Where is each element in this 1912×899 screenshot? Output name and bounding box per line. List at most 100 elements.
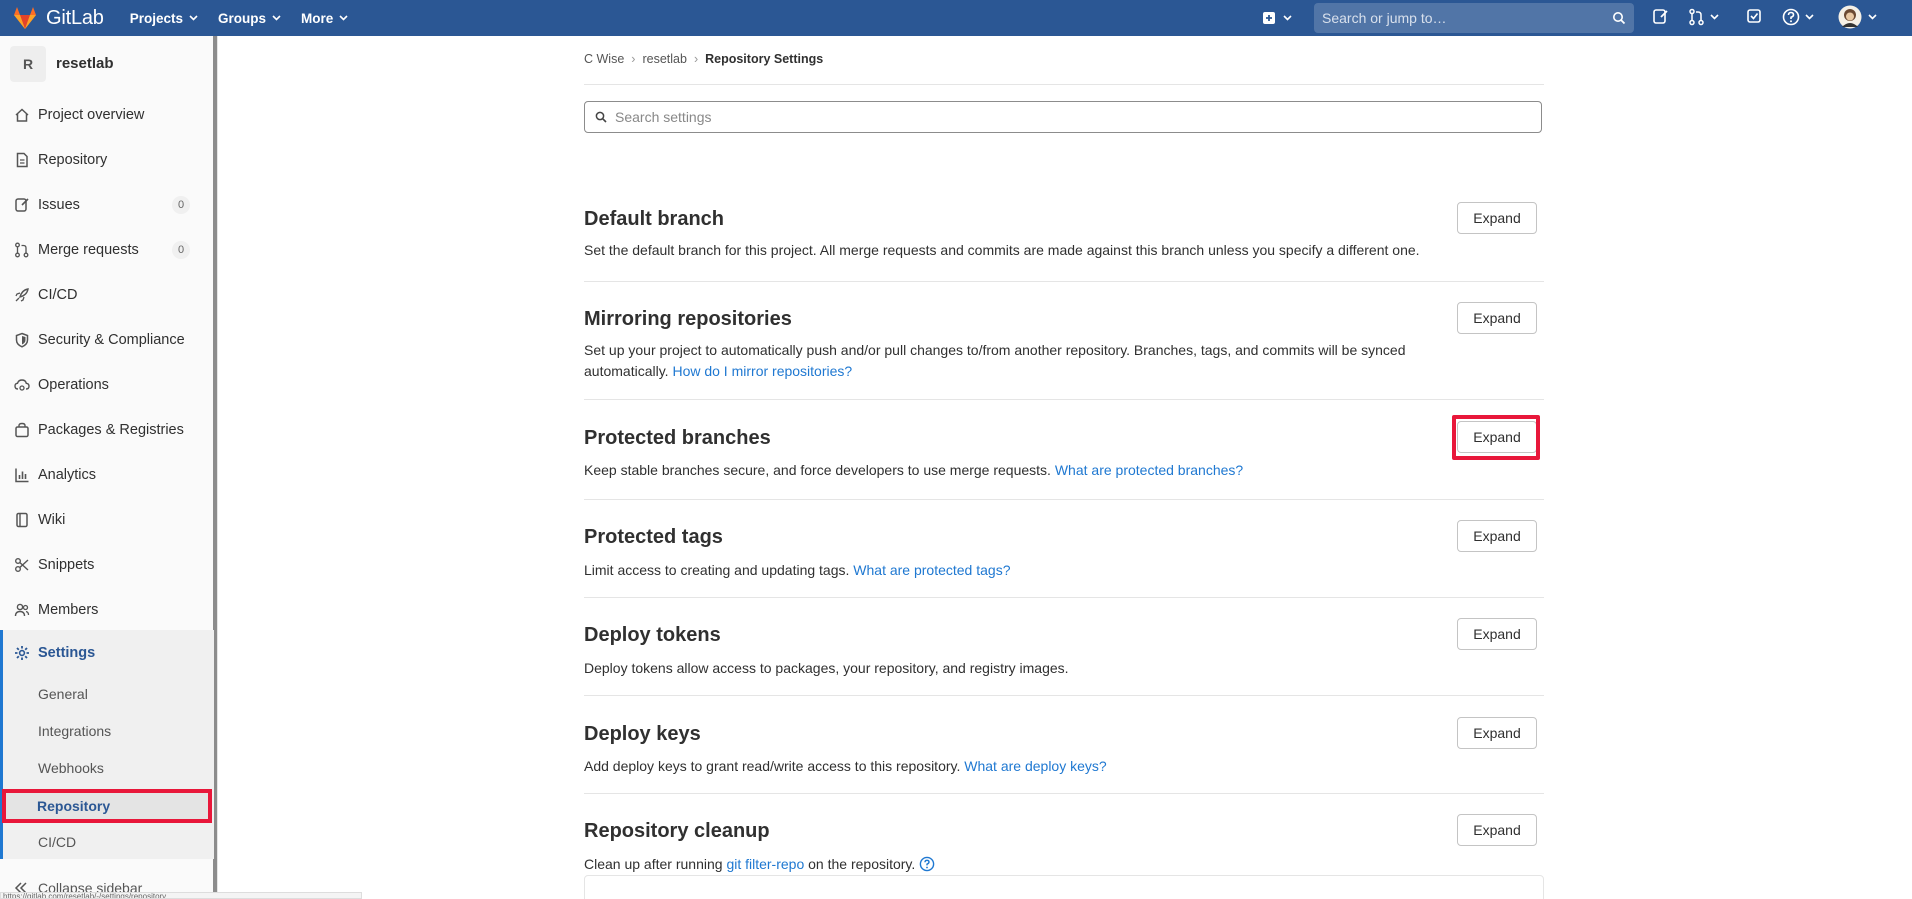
sidebar-item-merge-requests[interactable]: Merge requests 0 (0, 227, 214, 272)
breadcrumb-item-project[interactable]: resetlab (642, 52, 686, 66)
settings-sub-repository[interactable]: Repository (2, 789, 212, 823)
sidebar-item-operations[interactable]: Operations (0, 362, 214, 407)
home-icon (15, 107, 29, 122)
settings-sub-ci-cd[interactable]: CI/CD (38, 834, 76, 850)
section-description: Clean up after running git filter-repo o… (584, 854, 1464, 875)
section-description: Keep stable branches secure, and force d… (584, 460, 1464, 481)
project-sidebar: R resetlab Project overview Repository I… (0, 36, 218, 899)
section-title: Deploy keys (584, 723, 701, 745)
sidebar-item-label: Analytics (38, 466, 97, 483)
settings-search-input[interactable] (615, 109, 1541, 125)
projects-menu-label: Projects (129, 10, 184, 26)
todo-issues-link[interactable] (1652, 8, 1669, 25)
settings-section: Settings General Integrations Webhooks C… (0, 630, 214, 859)
chevron-down-icon (1283, 15, 1292, 21)
projects-menu[interactable]: Projects (120, 0, 208, 36)
new-item-dropdown[interactable] (1262, 9, 1302, 27)
sidebar-item-wiki[interactable]: Wiki (0, 497, 214, 542)
sidebar-item-repository[interactable]: Repository (0, 137, 214, 182)
section-deploy-keys: Deploy keys Expand Add deploy keys to gr… (584, 696, 1544, 794)
sidebar-item-settings[interactable]: Settings (3, 630, 95, 676)
chart-icon (15, 468, 29, 482)
gear-icon (15, 646, 29, 660)
chevron-down-icon (189, 15, 198, 21)
section-protected-branches: Protected branches Expand Keep stable br… (584, 400, 1544, 500)
brand-name: GitLab (46, 6, 104, 29)
expand-deploy-keys-button[interactable]: Expand (1457, 717, 1537, 749)
book-icon (16, 512, 28, 527)
project-avatar: R (10, 45, 46, 82)
section-description: Set up your project to automatically pus… (584, 340, 1464, 382)
breadcrumb-divider (584, 84, 1544, 85)
expand-deploy-tokens-button[interactable]: Expand (1457, 618, 1537, 650)
plus-square-icon (1263, 12, 1275, 24)
sidebar-item-members[interactable]: Members (0, 587, 214, 632)
shield-icon (15, 332, 29, 348)
sidebar-item-ci-cd[interactable]: CI/CD (0, 272, 214, 317)
todos-link[interactable] (1746, 8, 1762, 24)
chevron-down-icon (1805, 14, 1814, 20)
expand-mirroring-button[interactable]: Expand (1457, 302, 1537, 334)
breadcrumb-item-current[interactable]: Repository Settings (705, 52, 823, 66)
protected-branches-help-link[interactable]: What are protected branches? (1055, 462, 1243, 478)
sidebar-item-snippets[interactable]: Snippets (0, 542, 214, 587)
section-description: Deploy tokens allow access to packages, … (584, 658, 1464, 679)
sidebar-item-packages-registries[interactable]: Packages & Registries (0, 407, 214, 452)
global-search-input[interactable] (1322, 10, 1612, 26)
question-circle-icon[interactable] (919, 856, 935, 872)
sidebar-item-label: Repository (38, 151, 108, 168)
groups-menu[interactable]: Groups (208, 0, 291, 36)
section-default-branch: Default branch Expand Set the default br… (584, 166, 1544, 282)
settings-sub-general[interactable]: General (38, 686, 88, 702)
more-menu[interactable]: More (291, 0, 358, 36)
gitlab-logo-icon (14, 7, 36, 29)
protected-tags-help-link[interactable]: What are protected tags? (853, 562, 1010, 578)
section-description: Add deploy keys to grant read/write acce… (584, 756, 1464, 777)
gitlab-home-link[interactable]: GitLab (12, 0, 104, 36)
deploy-keys-help-link[interactable]: What are deploy keys? (964, 758, 1106, 774)
users-icon (14, 603, 30, 616)
sidebar-item-project-overview[interactable]: Project overview (0, 92, 214, 137)
user-avatar-icon (1838, 5, 1862, 29)
status-bar-url: https://gitlab.com/resetlab/-/settings/r… (0, 892, 362, 899)
settings-sub-webhooks[interactable]: Webhooks (38, 760, 104, 776)
expand-repository-cleanup-button[interactable]: Expand (1457, 814, 1537, 846)
package-icon (15, 422, 29, 437)
sidebar-item-label: Merge requests (38, 241, 139, 258)
more-menu-label: More (301, 10, 334, 26)
section-repository-cleanup: Repository cleanup Expand Clean up after… (584, 794, 1544, 884)
breadcrumb-separator-icon: › (631, 52, 636, 66)
section-description-text-after: on the repository. (808, 856, 916, 872)
section-description-text: Deploy tokens allow access to packages, … (584, 660, 1069, 676)
chevron-down-icon (272, 15, 281, 21)
sidebar-item-label: Snippets (38, 556, 95, 573)
settings-search[interactable] (584, 101, 1542, 133)
expand-protected-tags-button[interactable]: Expand (1457, 520, 1537, 552)
issues-count-badge: 0 (172, 195, 190, 214)
merge-requests-dropdown[interactable] (1688, 8, 1719, 26)
project-context[interactable]: R resetlab (0, 36, 217, 91)
mirroring-help-link[interactable]: How do I mirror repositories? (672, 363, 852, 379)
settings-sub-repository-label: Repository (37, 798, 111, 814)
git-filter-repo-link[interactable]: git filter-repo (726, 856, 804, 872)
sidebar-item-issues[interactable]: Issues 0 (0, 182, 214, 227)
merge-request-icon (1689, 8, 1704, 26)
settings-label: Settings (38, 645, 96, 661)
breadcrumb: C Wise › resetlab › Repository Settings (584, 52, 823, 66)
sidebar-item-label: Wiki (38, 511, 66, 528)
expand-default-branch-button[interactable]: Expand (1457, 202, 1537, 234)
doc-icon (16, 152, 28, 167)
highlight-annotation (1452, 415, 1540, 460)
sidebar-item-label: Issues (38, 196, 80, 213)
help-dropdown[interactable] (1782, 8, 1814, 26)
settings-sub-integrations[interactable]: Integrations (38, 723, 111, 739)
cloud-gear-icon (14, 378, 30, 391)
section-title: Protected tags (584, 526, 723, 548)
sidebar-item-security-compliance[interactable]: Security & Compliance (0, 317, 214, 362)
next-settings-card (584, 875, 1544, 899)
user-menu[interactable] (1838, 5, 1877, 29)
sidebar-item-label: Packages & Registries (38, 421, 184, 438)
breadcrumb-item-namespace[interactable]: C Wise (584, 52, 624, 66)
global-search[interactable] (1314, 3, 1634, 33)
sidebar-item-analytics[interactable]: Analytics (0, 452, 214, 497)
